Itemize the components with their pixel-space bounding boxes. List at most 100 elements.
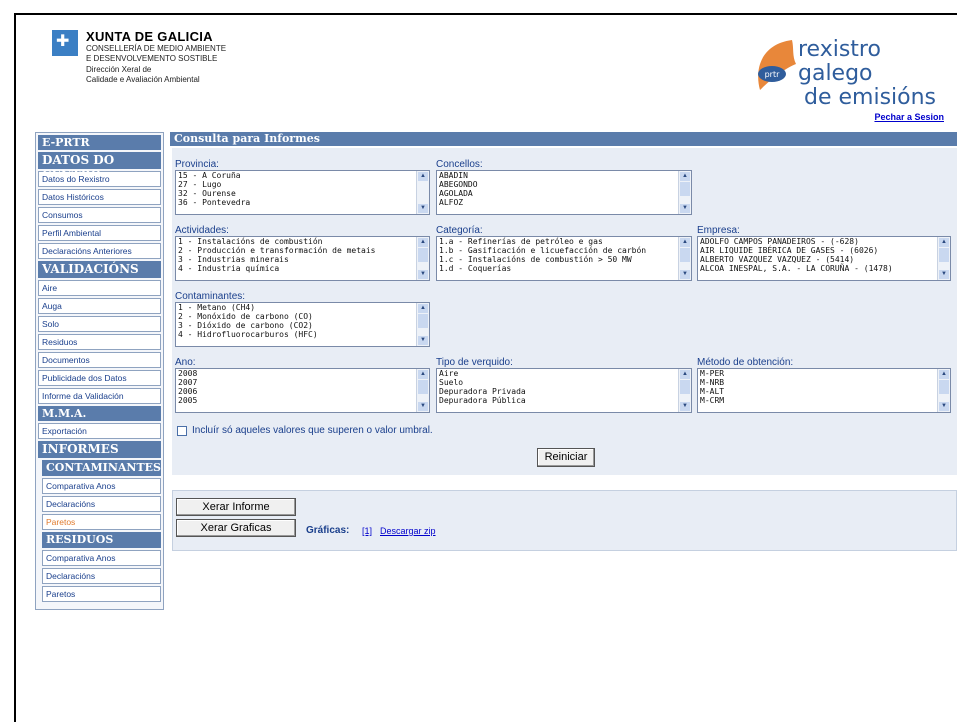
list-item[interactable]: 1.b - Gasificación e licuefacción de car… xyxy=(437,246,691,255)
sidebar-item-contam-declaracions[interactable]: Declaracións xyxy=(42,496,161,512)
scroll-up-icon[interactable]: ▲ xyxy=(939,238,949,247)
xerar-graficas-button[interactable]: Xerar Graficas xyxy=(176,519,296,537)
list-item[interactable]: Suelo xyxy=(437,378,691,387)
list-item[interactable]: ALBERTO VAZQUEZ VAZQUEZ - (5414) xyxy=(698,255,950,264)
metodo-listbox[interactable]: M-PER M-NRB M-ALT M-CRM ▲ ▼ xyxy=(697,368,951,413)
list-item[interactable]: 2006 xyxy=(176,387,429,396)
sidebar-item-datos-rexistro[interactable]: Datos do Rexistro xyxy=(38,171,161,187)
list-item[interactable]: 36 - Pontevedra xyxy=(176,198,429,207)
list-item[interactable]: ABADIN xyxy=(437,171,691,180)
list-item[interactable]: 4 - Hidrofluorocarburos (HFC) xyxy=(176,330,429,339)
list-item[interactable]: 1.a - Refinerías de petróleo e gas xyxy=(437,237,691,246)
scroll-up-icon[interactable]: ▲ xyxy=(418,238,428,247)
sidebar-item-aire[interactable]: Aire xyxy=(38,280,161,296)
sidebar-item-contam-paretos[interactable]: Paretos xyxy=(42,514,161,530)
scroll-thumb[interactable] xyxy=(418,314,428,328)
sidebar-item-informe-validacion[interactable]: Informe da Validación xyxy=(38,388,161,404)
umbral-checkbox[interactable] xyxy=(177,426,187,436)
list-item[interactable]: AIR LIQUIDE IBÉRICA DE GASES - (6026) xyxy=(698,246,950,255)
scrollbar[interactable]: ▲ ▼ xyxy=(937,237,950,280)
list-item[interactable]: 2008 xyxy=(176,369,429,378)
sidebar-item-datos-historicos[interactable]: Datos Históricos xyxy=(38,189,161,205)
scroll-up-icon[interactable]: ▲ xyxy=(418,370,428,379)
grafica-link-1[interactable]: [1] xyxy=(362,526,372,536)
scroll-up-icon[interactable]: ▲ xyxy=(418,304,428,313)
scroll-thumb[interactable] xyxy=(680,380,690,394)
sidebar-item-contam-comparativa[interactable]: Comparativa Anos xyxy=(42,478,161,494)
scrollbar[interactable]: ▲ ▼ xyxy=(416,369,429,412)
verquido-listbox[interactable]: Aire Suelo Depuradora Privada Depuradora… xyxy=(436,368,692,413)
scroll-down-icon[interactable]: ▼ xyxy=(939,270,949,279)
list-item[interactable]: 2 - Monóxido de carbono (CO) xyxy=(176,312,429,321)
scroll-down-icon[interactable]: ▼ xyxy=(680,270,690,279)
scroll-down-icon[interactable]: ▼ xyxy=(680,402,690,411)
list-item[interactable]: AGOLADA xyxy=(437,189,691,198)
sidebar-item-declaracions-anteriores[interactable]: Declaracións Anteriores xyxy=(38,243,161,259)
concellos-listbox[interactable]: ABADIN ABEGONDO AGOLADA ALFOZ ▲ ▼ xyxy=(436,170,692,215)
list-item[interactable]: Aire xyxy=(437,369,691,378)
list-item[interactable]: 3 - Dióxido de carbono (CO2) xyxy=(176,321,429,330)
list-item[interactable]: 27 - Lugo xyxy=(176,180,429,189)
logout-link[interactable]: Pechar a Sesion xyxy=(874,112,944,122)
list-item[interactable]: M-CRM xyxy=(698,396,950,405)
scrollbar[interactable]: ▲ ▼ xyxy=(937,369,950,412)
sidebar-item-resid-paretos[interactable]: Paretos xyxy=(42,586,161,602)
list-item[interactable]: ABEGONDO xyxy=(437,180,691,189)
scroll-thumb[interactable] xyxy=(939,248,949,262)
sidebar-item-resid-declaracions[interactable]: Declaracións xyxy=(42,568,161,584)
contaminantes-listbox[interactable]: 1 - Metano (CH4) 2 - Monóxido de carbono… xyxy=(175,302,430,347)
scrollbar[interactable]: ▲ ▼ xyxy=(678,237,691,280)
list-item[interactable]: ADOLFO CAMPOS PANADEIROS - (-628) xyxy=(698,237,950,246)
list-item[interactable]: 3 - Industrias minerais xyxy=(176,255,429,264)
scroll-thumb[interactable] xyxy=(939,380,949,394)
list-item[interactable]: 4 - Industria química xyxy=(176,264,429,273)
scroll-thumb[interactable] xyxy=(418,380,428,394)
list-item[interactable]: 2005 xyxy=(176,396,429,405)
sidebar-item-consumos[interactable]: Consumos xyxy=(38,207,161,223)
empresa-listbox[interactable]: ADOLFO CAMPOS PANADEIROS - (-628) AIR LI… xyxy=(697,236,951,281)
scroll-up-icon[interactable]: ▲ xyxy=(680,370,690,379)
list-item[interactable]: 1 - Metano (CH4) xyxy=(176,303,429,312)
scroll-up-icon[interactable]: ▲ xyxy=(680,238,690,247)
list-item[interactable]: M-NRB xyxy=(698,378,950,387)
list-item[interactable]: 1 - Instalacións de combustión xyxy=(176,237,429,246)
scrollbar[interactable]: ▲ ▼ xyxy=(416,171,429,214)
scrollbar[interactable]: ▲ ▼ xyxy=(678,171,691,214)
sidebar-item-exportacion[interactable]: Exportación xyxy=(38,423,161,439)
list-item[interactable]: ALCOA INESPAL, S.A. - LA CORUÑA - (1478) xyxy=(698,264,950,273)
provincia-listbox[interactable]: 15 - A Coruña 27 - Lugo 32 - Ourense 36 … xyxy=(175,170,430,215)
scrollbar[interactable]: ▲ ▼ xyxy=(416,303,429,346)
sidebar-item-residuos[interactable]: Residuos xyxy=(38,334,161,350)
scroll-down-icon[interactable]: ▼ xyxy=(418,270,428,279)
actividades-listbox[interactable]: 1 - Instalacións de combustión 2 - Produ… xyxy=(175,236,430,281)
list-item[interactable]: 1.c - Instalacións de combustión > 50 MW xyxy=(437,255,691,264)
scroll-down-icon[interactable]: ▼ xyxy=(418,336,428,345)
scroll-up-icon[interactable]: ▲ xyxy=(680,172,690,181)
list-item[interactable]: ALFOZ xyxy=(437,198,691,207)
scrollbar[interactable]: ▲ ▼ xyxy=(678,369,691,412)
list-item[interactable]: 15 - A Coruña xyxy=(176,171,429,180)
scroll-down-icon[interactable]: ▼ xyxy=(939,402,949,411)
download-zip-link[interactable]: Descargar zip xyxy=(380,526,436,536)
sidebar-item-auga[interactable]: Auga xyxy=(38,298,161,314)
scroll-thumb[interactable] xyxy=(418,248,428,262)
sidebar-item-documentos[interactable]: Documentos xyxy=(38,352,161,368)
reset-button[interactable]: Reiniciar xyxy=(537,448,595,467)
scroll-up-icon[interactable]: ▲ xyxy=(939,370,949,379)
scroll-down-icon[interactable]: ▼ xyxy=(418,204,428,213)
scroll-up-icon[interactable]: ▲ xyxy=(418,172,428,181)
list-item[interactable]: M-ALT xyxy=(698,387,950,396)
list-item[interactable]: 1.d - Coquerías xyxy=(437,264,691,273)
ano-listbox[interactable]: 2008 2007 2006 2005 ▲ ▼ xyxy=(175,368,430,413)
list-item[interactable]: 2007 xyxy=(176,378,429,387)
list-item[interactable]: 2 - Producción e transformación de metai… xyxy=(176,246,429,255)
sidebar-item-perfil-ambiental[interactable]: Perfil Ambiental xyxy=(38,225,161,241)
sidebar-item-solo[interactable]: Solo xyxy=(38,316,161,332)
list-item[interactable]: Depuradora Pública xyxy=(437,396,691,405)
scroll-down-icon[interactable]: ▼ xyxy=(418,402,428,411)
scroll-thumb[interactable] xyxy=(680,182,690,196)
scroll-down-icon[interactable]: ▼ xyxy=(680,204,690,213)
sidebar-item-resid-comparativa[interactable]: Comparativa Anos xyxy=(42,550,161,566)
xerar-informe-button[interactable]: Xerar Informe xyxy=(176,498,296,516)
scrollbar[interactable]: ▲ ▼ xyxy=(416,237,429,280)
